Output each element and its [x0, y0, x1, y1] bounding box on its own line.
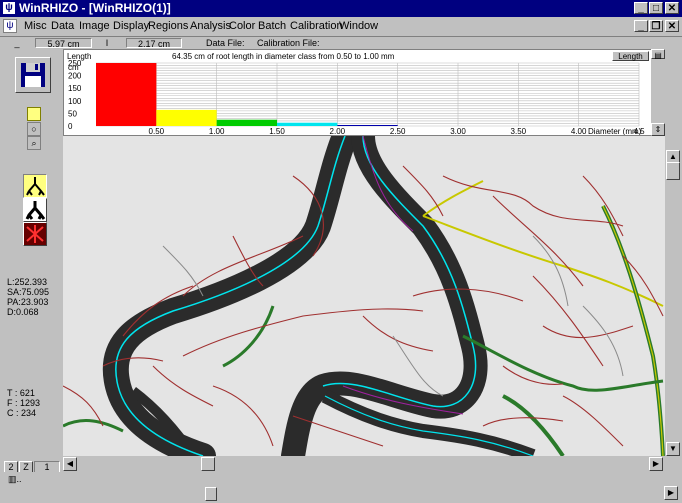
save-button[interactable] [15, 57, 51, 93]
histogram-bar[interactable] [277, 122, 338, 126]
y-coordinate-readout: 2.17 cm [126, 38, 182, 49]
menu-data[interactable]: Data [51, 19, 74, 33]
diameter-histogram-panel: 250 200 150 100 50 0 0.50 1.00 1.50 2.00 2.50 3.00… [63, 49, 657, 136]
x-tick-label: 4.00 [571, 127, 587, 135]
menu-regions[interactable]: Regions [148, 19, 188, 33]
x-tick-label: 3.00 [450, 127, 466, 135]
stat-projected-area: PA:23.903 [7, 297, 49, 307]
x-tick-label: 2.50 [390, 127, 406, 135]
histogram-bar[interactable] [216, 119, 277, 126]
x-coordinate-readout: 5.97 cm [35, 38, 92, 49]
chart-x-ticks: 0.50 1.00 1.50 2.00 2.50 3.00 3.50 4.00 4.5 [149, 127, 646, 136]
bottom-scroll-right-arrow-icon[interactable]: ▶ [664, 486, 678, 500]
y-tick-label: 150 [68, 84, 82, 93]
stat-forks: F : 1293 [7, 398, 41, 408]
y-tick-label: 0 [68, 122, 73, 131]
stat-tips: T : 621 [7, 388, 35, 398]
scroll-right-arrow-icon[interactable]: ▶ [649, 457, 663, 471]
chart-right-gutter [665, 49, 682, 150]
root-scan-image [63, 136, 665, 456]
floppy-disk-icon [21, 63, 45, 87]
chart-scrollbar[interactable]: ▤ ⇕ [651, 49, 665, 136]
data-file-label: Data File: [206, 38, 245, 48]
root-skeleton-icon[interactable] [23, 198, 47, 222]
y-tick-label: 200 [68, 72, 82, 81]
menu-image[interactable]: Image [79, 19, 110, 33]
stat-surface-area: SA:75.095 [7, 287, 50, 297]
root-trace-icon[interactable] [23, 174, 47, 198]
root-skeleton-shape [25, 201, 46, 220]
menu-window[interactable]: Window [339, 19, 378, 33]
document-icon[interactable]: ψ [3, 19, 17, 33]
menu-batch[interactable]: Batch [258, 19, 286, 33]
histogram-bar[interactable] [96, 63, 157, 126]
mdi-close-button[interactable]: ✕ [665, 20, 679, 32]
vertical-scroll-thumb[interactable] [666, 162, 680, 180]
menu-display[interactable]: Display [113, 19, 149, 33]
title-bar: ψ WinRHIZO - [WinRHIZO(1)] _ □ ✕ [0, 0, 682, 17]
vertical-scrollbar[interactable]: ▲ ▼ [665, 150, 682, 458]
stat-crossings: C : 234 [7, 408, 37, 418]
chart-y-unit: cm [68, 63, 79, 72]
menu-bar: ψ Misc Data Image Display Regions Analys… [0, 17, 682, 35]
histogram-bar[interactable] [337, 124, 398, 126]
chart-bars [96, 63, 398, 126]
menu-analysis[interactable]: Analysis [190, 19, 231, 33]
chart-title: 64.35 cm of root length in diameter clas… [172, 52, 395, 61]
chart-type-dropdown[interactable]: Length [612, 51, 649, 61]
menu-color[interactable]: Color [229, 19, 255, 33]
histogram-bar[interactable] [156, 109, 217, 126]
minimize-button[interactable]: _ [634, 2, 648, 14]
y-tick-label: 100 [68, 97, 82, 106]
root-image-canvas[interactable] [63, 136, 665, 456]
left-toolbar: ○ ⌕ L:252.393 SA:75.095 PA:23.903 D:0.06… [0, 49, 62, 490]
x-tick-label: 1.50 [269, 127, 285, 135]
calibration-file-label: Calibration File: [257, 38, 320, 48]
stat-length: L:252.393 [7, 277, 48, 287]
chart-x-label: Diameter (mm) [588, 127, 642, 135]
scroll-left-arrow-icon[interactable]: ◀ [63, 457, 77, 471]
window-title: WinRHIZO - [WinRHIZO(1)] [19, 1, 171, 15]
x-tick-label: 3.50 [511, 127, 527, 135]
scroll-down-arrow-icon[interactable]: ▼ [666, 442, 680, 456]
bottom-strip: ▥.. ▶ [0, 472, 682, 503]
chart-resize-icon[interactable]: ⇕ [651, 123, 665, 136]
rectangle-select-icon[interactable] [27, 107, 41, 121]
close-button[interactable]: ✕ [665, 2, 679, 14]
horizontal-scroll-thumb[interactable] [201, 457, 215, 471]
status-box: _ [14, 38, 20, 48]
bottom-scroll-thumb[interactable] [205, 487, 217, 501]
x-tick-label: 0.50 [149, 127, 165, 135]
chart-settings-button[interactable]: ▤ [651, 49, 665, 60]
horizontal-scrollbar[interactable]: ◀ ▶ [63, 456, 665, 472]
menu-misc[interactable]: Misc [24, 19, 47, 33]
diameter-histogram: 250200150100500 0.50 1.00 1.50 2.00 2.50 3.00… [67, 52, 646, 136]
zoom-icon[interactable]: ⌕ [27, 136, 41, 150]
root-outline-icon [26, 177, 45, 196]
y-tick-label: 50 [68, 109, 77, 118]
root-color-shape [26, 225, 44, 243]
ellipse-select-icon[interactable]: ○ [27, 122, 41, 136]
separator-marker: I [105, 38, 109, 48]
mdi-restore-button[interactable]: ❐ [649, 20, 663, 32]
mdi-minimize-button[interactable]: _ [634, 20, 648, 32]
root-color-icon[interactable] [23, 222, 47, 246]
maximize-button[interactable]: □ [649, 2, 663, 14]
menu-calibration[interactable]: Calibration [290, 19, 343, 33]
tree-icon[interactable]: ψ [3, 2, 15, 14]
status-indicator-icon: ▥.. [8, 474, 22, 484]
x-tick-label: 1.00 [209, 127, 225, 135]
stat-diameter: D:0.068 [7, 307, 39, 317]
coordinate-bar: _ 5.97 cm I 2.17 cm Data File: Calibrati… [0, 36, 682, 50]
x-tick-label: 2.00 [330, 127, 346, 135]
chart-y-label: Length [67, 52, 91, 61]
